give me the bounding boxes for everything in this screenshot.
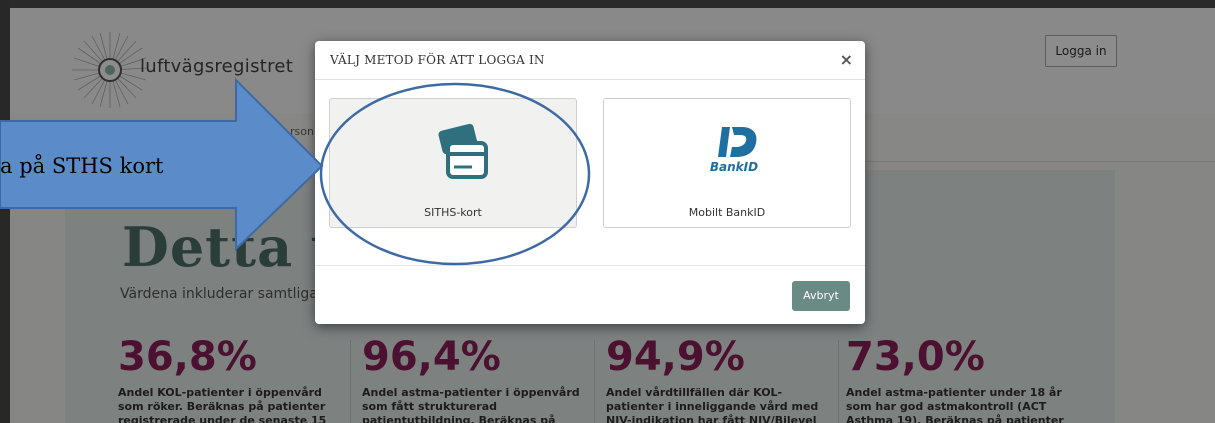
highlight-ellipse: [319, 82, 591, 266]
annotation-layer: [0, 77, 591, 266]
arrow-annotation-text: a på STHS kort: [0, 154, 164, 178]
